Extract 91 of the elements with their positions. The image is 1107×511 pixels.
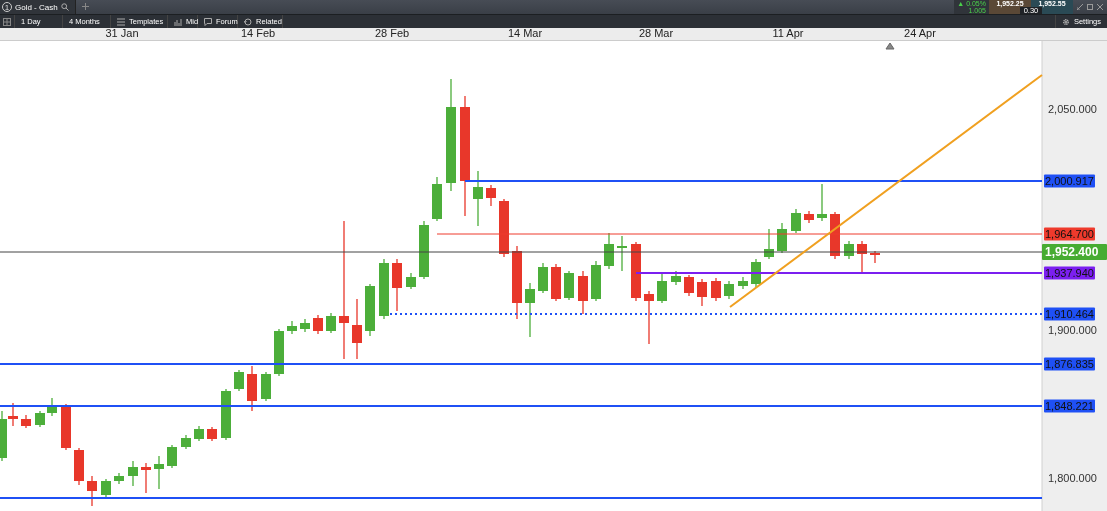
minimize-icon[interactable] xyxy=(1077,4,1083,10)
candle xyxy=(352,298,362,360)
grid-icon[interactable] xyxy=(3,17,11,26)
candle xyxy=(764,228,774,260)
candle xyxy=(631,241,641,302)
gear-icon xyxy=(1061,17,1070,26)
candle xyxy=(857,240,867,275)
candle xyxy=(671,270,681,286)
candle xyxy=(261,371,271,402)
candle xyxy=(538,262,548,294)
tab-title: Gold - Cash xyxy=(15,2,58,12)
candle xyxy=(274,328,284,377)
date-label: 28 Feb xyxy=(374,27,410,39)
candle xyxy=(486,184,496,207)
candle xyxy=(114,472,124,485)
candle xyxy=(287,320,297,335)
search-icon[interactable] xyxy=(60,3,69,11)
candle xyxy=(207,426,217,442)
maximize-icon[interactable] xyxy=(1087,4,1093,10)
candle xyxy=(830,211,840,260)
add-tab-icon[interactable] xyxy=(81,3,89,10)
candle xyxy=(777,222,787,254)
candle xyxy=(657,272,667,304)
price-level-label: 1,910.464 xyxy=(1044,307,1095,321)
candle xyxy=(711,277,721,302)
candle xyxy=(684,274,694,297)
candle xyxy=(221,388,231,441)
candle xyxy=(604,232,614,270)
candle xyxy=(817,183,827,222)
candle xyxy=(154,455,164,490)
candle xyxy=(791,208,801,234)
price-level-label: 1,937.940 xyxy=(1044,266,1095,280)
candle xyxy=(499,198,509,258)
price-level-label: 1,876.835 xyxy=(1044,357,1095,371)
candle xyxy=(419,220,429,280)
candle xyxy=(47,397,57,417)
price-level-label: 1,848.221 xyxy=(1044,399,1095,413)
date-label: 31 Jan xyxy=(105,27,139,39)
candle xyxy=(379,258,389,320)
candle xyxy=(617,235,627,272)
date-label: 28 Mar xyxy=(638,27,674,39)
bars-icon xyxy=(174,17,182,26)
candle xyxy=(473,170,483,227)
candle xyxy=(804,210,814,224)
candle xyxy=(844,240,854,260)
price-level-label: 1,964.700 xyxy=(1044,227,1095,241)
candle xyxy=(724,280,734,300)
price-level-label: 2,000.917 xyxy=(1044,174,1095,188)
candle xyxy=(751,258,761,288)
close-icon[interactable] xyxy=(1097,4,1103,10)
price-tick-label: 1,900.000 xyxy=(1048,324,1097,336)
candle xyxy=(128,460,138,487)
date-label: 24 Apr xyxy=(904,27,936,39)
date-label: 14 Feb xyxy=(240,27,276,39)
candle xyxy=(61,403,71,451)
date-label: 11 Apr xyxy=(772,27,804,39)
candle xyxy=(141,462,151,494)
candle xyxy=(578,270,588,315)
candle xyxy=(432,176,442,222)
candle xyxy=(234,369,244,392)
price-tick-label: 2,050.000 xyxy=(1048,103,1097,115)
speech-bubble-icon xyxy=(204,17,212,26)
candle xyxy=(181,434,191,450)
date-label: 14 Mar xyxy=(507,27,543,39)
candle xyxy=(194,425,204,442)
candle xyxy=(697,278,707,307)
candle xyxy=(870,250,880,264)
candle xyxy=(591,260,601,302)
candle xyxy=(564,270,574,301)
candle xyxy=(644,290,654,345)
price-tick-label: 1,800.000 xyxy=(1048,472,1097,484)
list-icon xyxy=(117,17,125,26)
candle xyxy=(87,475,97,507)
candle xyxy=(247,365,257,412)
candle xyxy=(365,283,375,337)
candle xyxy=(101,478,111,498)
candle xyxy=(313,314,323,335)
candle xyxy=(738,276,748,290)
candle xyxy=(300,318,310,333)
candle xyxy=(525,282,535,338)
circular-arrows-icon xyxy=(244,17,252,26)
candle xyxy=(551,263,561,302)
candle xyxy=(74,447,84,486)
candle xyxy=(35,410,45,428)
current-price-label: 1,952.400 xyxy=(1042,244,1107,260)
candle xyxy=(167,444,177,469)
candle xyxy=(392,258,402,312)
instrument-tab[interactable]: 1 Gold - Cash xyxy=(0,0,76,14)
candle xyxy=(326,312,336,334)
candle xyxy=(21,414,31,429)
candle xyxy=(406,272,416,290)
